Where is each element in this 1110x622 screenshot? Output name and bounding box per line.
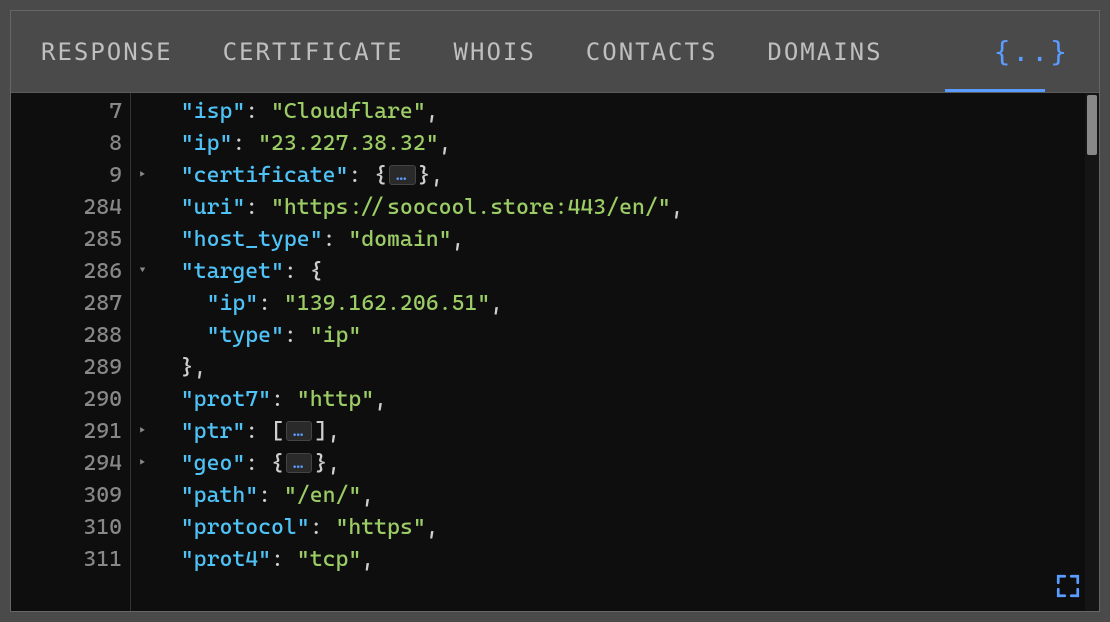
line-number: 310 [11,511,130,543]
code-line: "prot4": "tcp", [155,543,1099,575]
line-number: 294▸ [11,447,130,479]
line-number: 285 [11,223,130,255]
code-line: "uri": "https://soocool.store:443/en/", [155,191,1099,223]
line-number: 7 [11,95,130,127]
window-frame: RESPONSE CERTIFICATE WHOIS CONTACTS DOMA… [10,10,1100,612]
tab-contacts[interactable]: CONTACTS [586,38,718,66]
code-line: "prot7": "http", [155,383,1099,415]
code-line: "type": "ip" [155,319,1099,351]
collapsed-array[interactable]: … [286,421,313,441]
code-line: }, [155,351,1099,383]
line-number: 309 [11,479,130,511]
code-line: "ptr": […], [155,415,1099,447]
code-line: "ip": "23.227.38.32", [155,127,1099,159]
line-number: 290 [11,383,130,415]
tab-json[interactable]: {..} [994,35,1069,68]
code-content[interactable]: "isp": "Cloudflare", "ip": "23.227.38.32… [131,93,1099,611]
code-editor: 7 8 9▸ 284 285 286▾ 287 288 289 290 291▸… [11,93,1099,611]
fold-collapsed-icon[interactable]: ▸ [139,455,146,469]
tab-response[interactable]: RESPONSE [41,38,173,66]
code-line: "geo": {…}, [155,447,1099,479]
active-tab-indicator [945,89,1045,92]
code-line: "certificate": {…}, [155,159,1099,191]
code-line: "target": { [155,255,1099,287]
line-number: 287 [11,287,130,319]
code-line: "host_type": "domain", [155,223,1099,255]
code-line: "path": "/en/", [155,479,1099,511]
line-number: 311 [11,543,130,575]
fold-collapsed-icon[interactable]: ▸ [139,423,146,437]
fold-collapsed-icon[interactable]: ▸ [139,167,146,181]
collapsed-object[interactable]: … [286,453,313,473]
tab-domains[interactable]: DOMAINS [767,38,882,66]
scrollbar-thumb[interactable] [1087,95,1097,155]
tab-whois[interactable]: WHOIS [454,38,536,66]
fold-expanded-icon[interactable]: ▾ [139,263,146,277]
scrollbar-track[interactable] [1085,93,1099,611]
code-line: "protocol": "https", [155,511,1099,543]
line-number: 289 [11,351,130,383]
tab-bar: RESPONSE CERTIFICATE WHOIS CONTACTS DOMA… [11,11,1099,93]
line-number-gutter: 7 8 9▸ 284 285 286▾ 287 288 289 290 291▸… [11,93,131,611]
line-number: 284 [11,191,130,223]
fullscreen-icon[interactable] [1055,573,1081,599]
line-number: 291▸ [11,415,130,447]
line-number: 8 [11,127,130,159]
tab-certificate[interactable]: CERTIFICATE [223,38,404,66]
line-number: 9▸ [11,159,130,191]
code-line: "ip": "139.162.206.51", [155,287,1099,319]
code-line: "isp": "Cloudflare", [155,95,1099,127]
collapsed-object[interactable]: … [389,165,416,185]
line-number: 286▾ [11,255,130,287]
line-number: 288 [11,319,130,351]
